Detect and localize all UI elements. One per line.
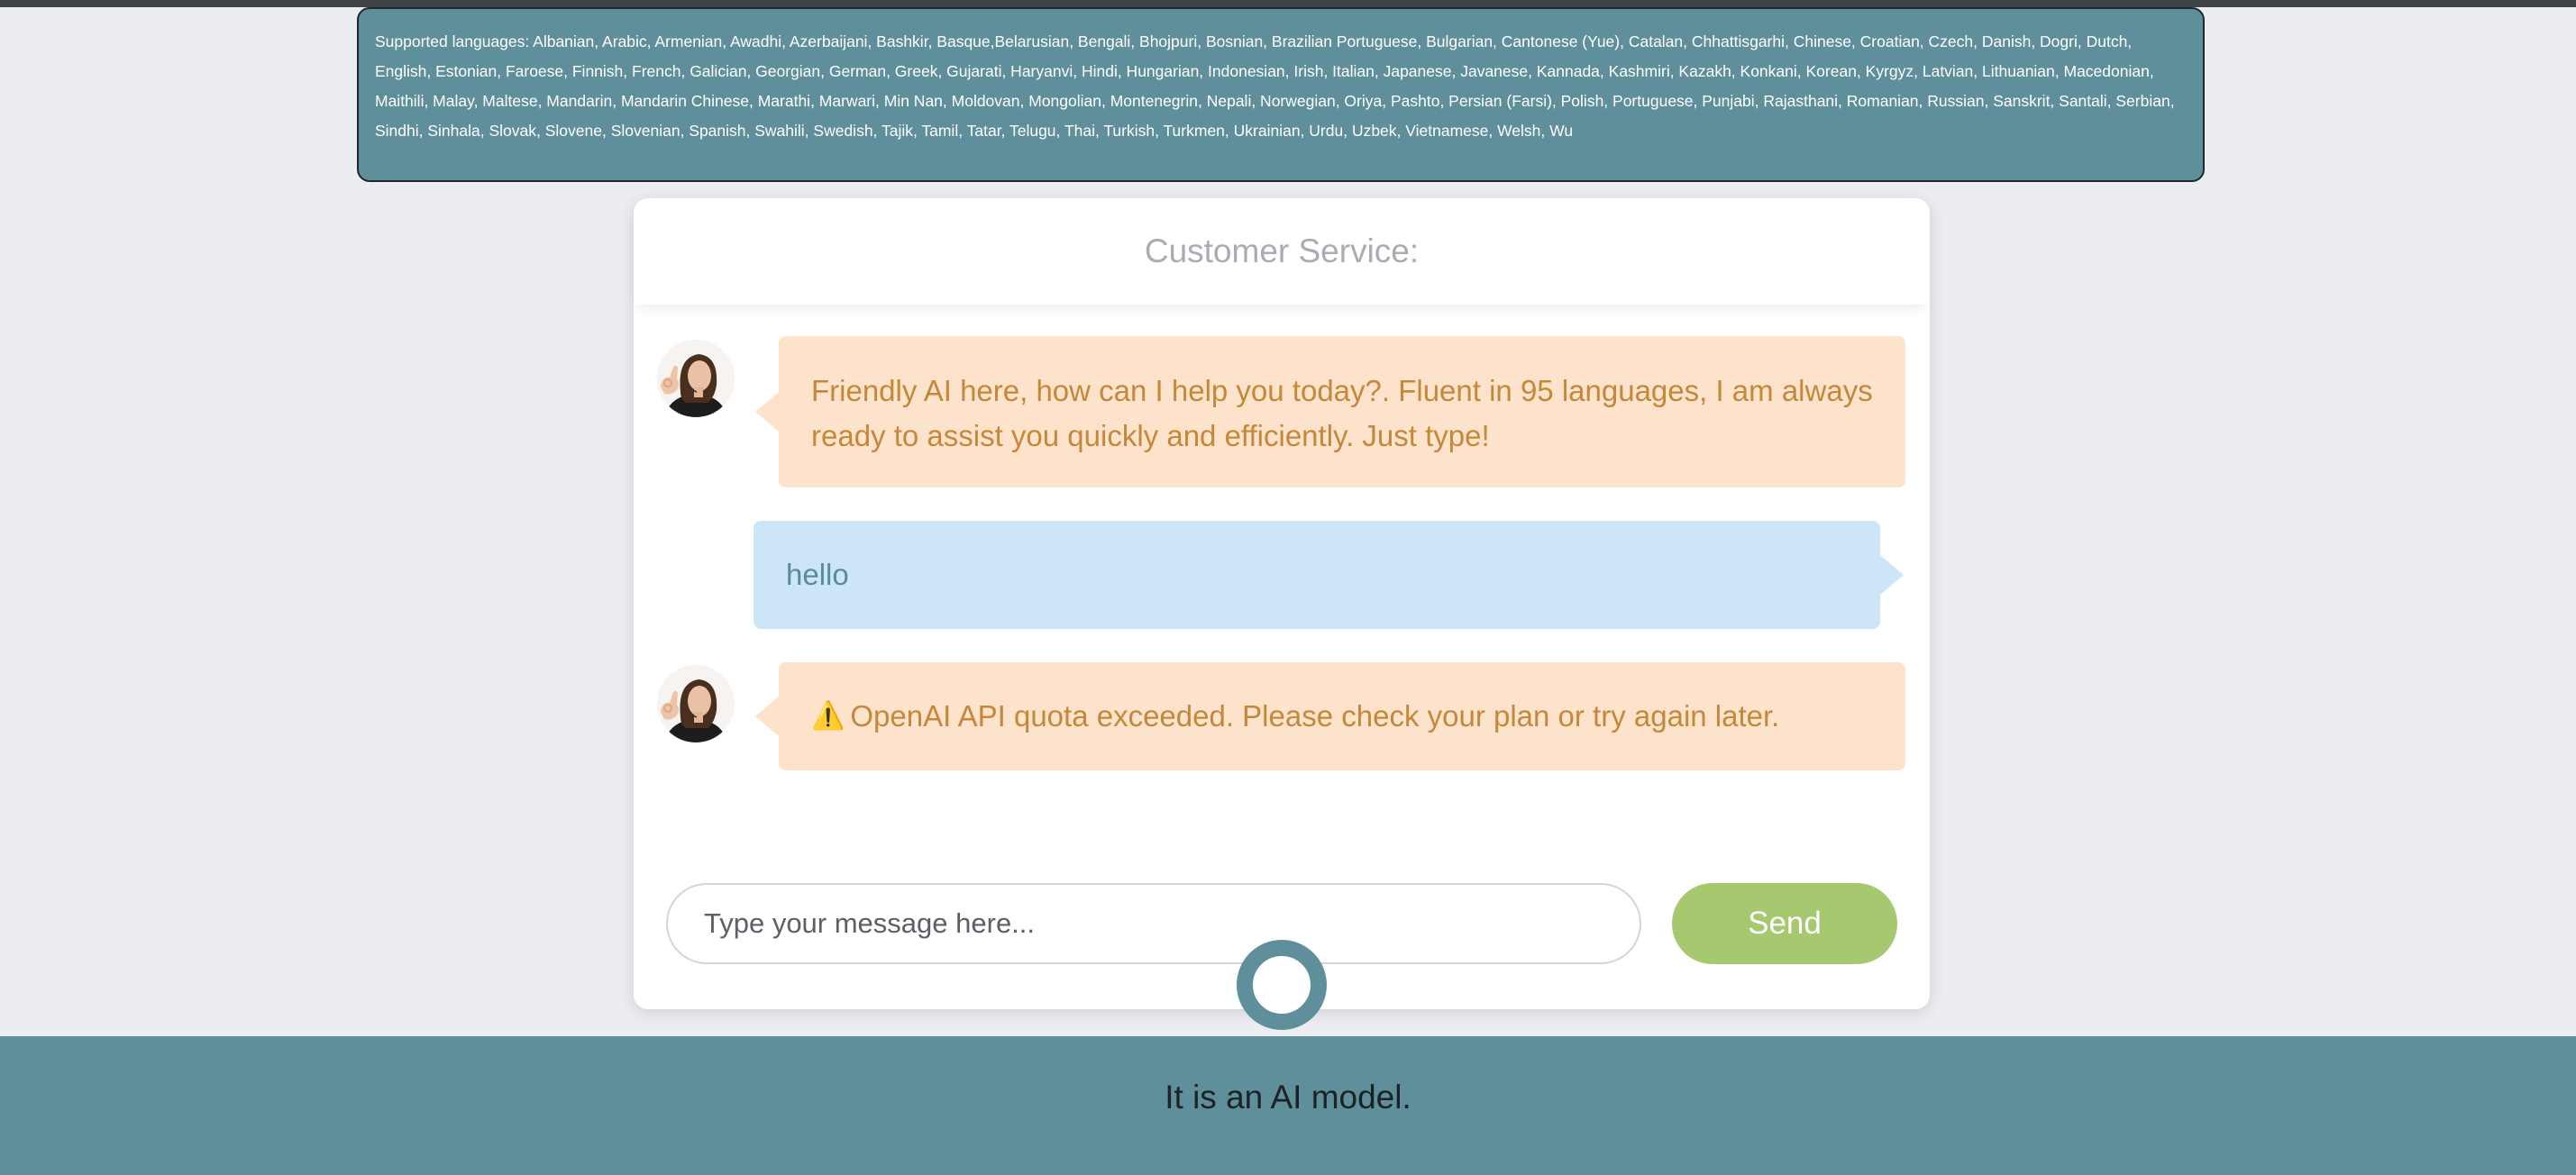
bot-message-bubble: Friendly AI here, how can I help you tod… (755, 336, 1905, 487)
footer: It is an AI model. (0, 1036, 2576, 1175)
user-message-bubble: hello (754, 521, 1904, 629)
chat-window: Customer Service: Friendly AI here, how … (634, 198, 1930, 1009)
browser-top-bar (0, 0, 2576, 7)
message-input[interactable] (668, 885, 1640, 962)
send-button[interactable]: Send (1672, 883, 1897, 964)
bot-message-text: Friendly AI here, how can I help you tod… (811, 374, 1873, 452)
chat-header: Customer Service: (634, 198, 1930, 305)
footer-text: It is an AI model. (1165, 1079, 1411, 1116)
support-agent-avatar (657, 340, 735, 417)
message-input-wrapper (666, 883, 1641, 964)
supported-languages-text: Supported languages: Albanian, Arabic, A… (375, 32, 2175, 140)
chat-title: Customer Service: (1144, 232, 1420, 269)
bot-error-text: OpenAI API quota exceeded. Please check … (850, 699, 1780, 733)
user-message-text: hello (786, 558, 849, 591)
support-agent-avatar (657, 665, 735, 742)
loading-spinner-icon (1237, 940, 1327, 1030)
warning-icon: ⚠️ (811, 701, 845, 731)
bot-error-bubble: ⚠️ OpenAI API quota exceeded. Please che… (755, 662, 1905, 770)
supported-languages-panel: Supported languages: Albanian, Arabic, A… (357, 7, 2205, 182)
